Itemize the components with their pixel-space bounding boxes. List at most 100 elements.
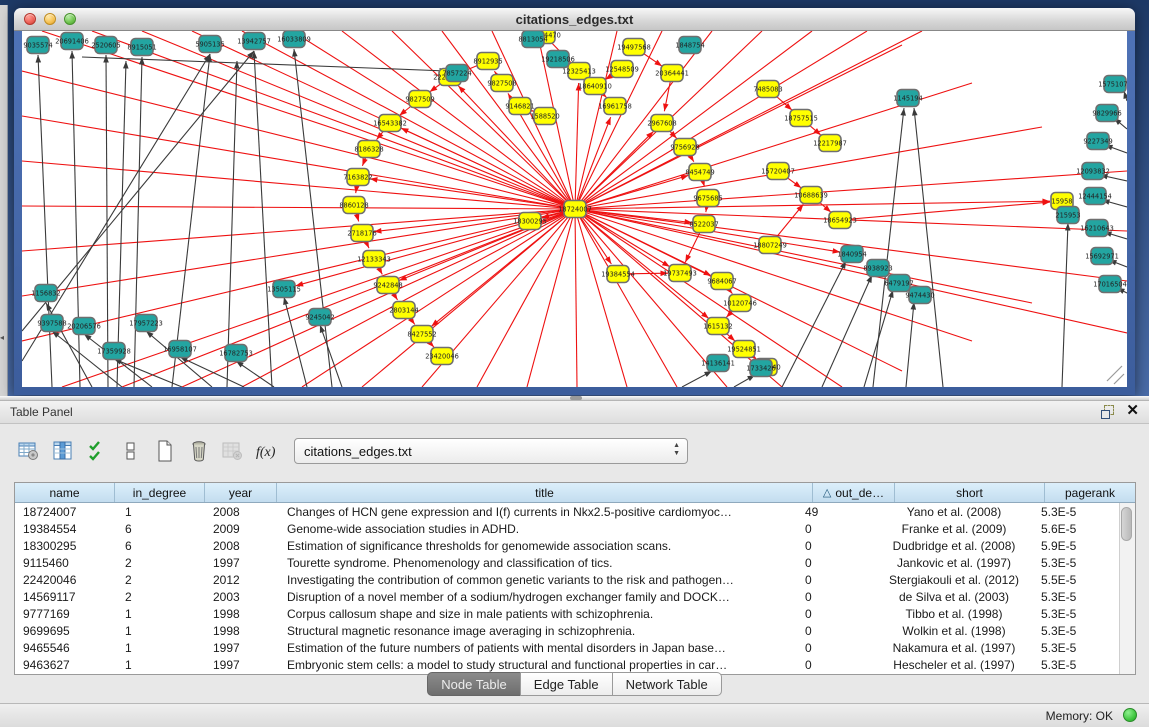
graph-node[interactable]: 2803144: [389, 302, 418, 319]
graph-node[interactable]: 17359928: [97, 343, 131, 360]
graph-node[interactable]: 16033809: [277, 31, 311, 48]
graph-node[interactable]: 1156832: [31, 285, 60, 302]
graph-node[interactable]: 9245042: [305, 309, 334, 326]
graph-node[interactable]: 5905135: [195, 36, 224, 53]
graph-node[interactable]: 12217987: [813, 135, 847, 152]
tab-network-table[interactable]: Network Table: [612, 672, 722, 696]
graph-node[interactable]: 8186328: [354, 141, 383, 158]
graph-node[interactable]: 16961758: [598, 98, 632, 115]
graph-node[interactable]: 10688639: [794, 187, 828, 204]
graph-node[interactable]: 9827509: [405, 91, 434, 108]
column-header-out_de[interactable]: △out_de…: [813, 483, 895, 502]
graph-node[interactable]: 2520605: [91, 37, 120, 54]
graph-node[interactable]: 1848754: [675, 37, 704, 54]
table-row[interactable]: 1872400712008Changes of HCN gene express…: [15, 503, 1119, 520]
table-row[interactable]: 1938455462009Genome-wide association stu…: [15, 520, 1119, 537]
tab-node-table[interactable]: Node Table: [427, 672, 520, 696]
graph-node[interactable]: 16958107: [163, 341, 197, 358]
graph-node[interactable]: 8938923: [863, 260, 892, 277]
minimize-button[interactable]: [44, 13, 56, 25]
svg-text:2967608: 2967608: [647, 119, 676, 127]
graph-node[interactable]: 19524851: [727, 341, 761, 358]
graph-node[interactable]: 18654923: [823, 212, 857, 229]
graph-node[interactable]: 12133343: [357, 251, 391, 268]
select-all-rows-icon[interactable]: [84, 438, 110, 464]
graph-node[interactable]: 20691406: [55, 33, 89, 50]
graph-node[interactable]: 7485083: [753, 81, 782, 98]
graph-node[interactable]: 8813054: [518, 31, 547, 48]
divider-grip[interactable]: [570, 396, 582, 400]
delete-table-icon[interactable]: [220, 438, 246, 464]
graph-node[interactable]: 7857224: [442, 65, 471, 82]
graph-node[interactable]: 7163822: [343, 169, 372, 186]
graph-node[interactable]: 1145194: [893, 90, 922, 107]
float-window-icon[interactable]: [1100, 404, 1114, 418]
graph-node[interactable]: 17957223: [129, 315, 163, 332]
column-header-name[interactable]: name: [15, 483, 115, 502]
table-row[interactable]: 911546021997Tourette syndrome. Phenomeno…: [15, 554, 1119, 571]
graph-node[interactable]: 20206576: [67, 318, 101, 335]
graph-node[interactable]: 13942757: [237, 33, 271, 50]
graph-node[interactable]: 9242848: [373, 277, 402, 294]
graph-node[interactable]: 9675685: [693, 190, 722, 207]
new-column-icon[interactable]: [152, 438, 178, 464]
function-builder-icon[interactable]: f(x): [254, 438, 280, 464]
graph-node[interactable]: 9474430: [905, 287, 934, 304]
graph-node[interactable]: 8522037: [689, 216, 718, 233]
graph-node[interactable]: 9684067: [707, 273, 736, 290]
citation-network-graph[interactable]: 1872400711254470125485091232541318640910…: [22, 31, 1127, 387]
graph-node[interactable]: 15751074: [1098, 76, 1127, 93]
graph-node[interactable]: 9035574: [23, 37, 52, 54]
graph-node[interactable]: 15720407: [761, 163, 795, 180]
graph-node[interactable]: 8454749: [685, 164, 714, 181]
graph-node[interactable]: 1840954: [837, 246, 866, 263]
left-panel-edge[interactable]: ◂: [0, 5, 8, 396]
column-header-short[interactable]: short: [895, 483, 1045, 502]
table-row[interactable]: 1830029562008Estimation of significance …: [15, 537, 1119, 554]
graph-node[interactable]: 2718176: [347, 225, 376, 242]
column-header-year[interactable]: year: [205, 483, 277, 502]
graph-node[interactable]: 19384554: [601, 266, 635, 283]
column-header-in_degree[interactable]: in_degree: [115, 483, 205, 502]
table-row[interactable]: 2242004622012Investigating the contribut…: [15, 571, 1119, 588]
graph-node[interactable]: 8427552: [407, 326, 436, 343]
graph-node[interactable]: 9397588: [37, 315, 66, 332]
graph-node[interactable]: 13505115: [267, 281, 301, 298]
graph-node[interactable]: 9756928: [670, 139, 699, 156]
graph-node[interactable]: 1615132: [703, 318, 732, 335]
svg-text:18640910: 18640910: [578, 82, 612, 90]
graph-node[interactable]: 8912935: [473, 53, 502, 70]
graph-node[interactable]: 9227349: [1083, 133, 1112, 150]
table-options-icon[interactable]: [16, 438, 42, 464]
graph-node[interactable]: 8915051: [127, 39, 156, 56]
tab-edge-table[interactable]: Edge Table: [520, 672, 612, 696]
graph-node[interactable]: 1733426: [746, 360, 775, 377]
graph-node[interactable]: 215953: [1055, 207, 1080, 224]
network-canvas[interactable]: 1872400711254470125485091232541318640910…: [22, 31, 1127, 387]
graph-node[interactable]: 18757515: [784, 110, 818, 127]
table-row[interactable]: 946554611997Estimation of the future num…: [15, 639, 1119, 656]
show-columns-icon[interactable]: [50, 438, 76, 464]
graph-node[interactable]: 9827508: [487, 75, 516, 92]
zoom-button[interactable]: [64, 13, 76, 25]
table-row[interactable]: 946362711997Embryonic stem cells: a mode…: [15, 656, 1119, 673]
graph-node[interactable]: 14136141: [701, 355, 735, 372]
vertical-scrollbar[interactable]: [1119, 503, 1135, 674]
table-row[interactable]: 977716911998Corpus callosum shape and si…: [15, 605, 1119, 622]
close-button[interactable]: [24, 13, 36, 25]
clear-selection-icon[interactable]: [118, 438, 144, 464]
table-row[interactable]: 969969511998Structural magnetic resonanc…: [15, 622, 1119, 639]
column-header-pagerank[interactable]: pagerank: [1045, 483, 1135, 502]
scrollbar-thumb[interactable]: [1121, 507, 1132, 541]
table-selector-dropdown[interactable]: citations_edges.txt ▲▼: [294, 438, 688, 464]
column-header-title[interactable]: title: [277, 483, 813, 502]
graph-node[interactable]: 9829966: [1092, 105, 1121, 122]
network-window-titlebar[interactable]: citations_edges.txt: [14, 8, 1135, 31]
graph-node[interactable]: 1588520: [530, 108, 559, 125]
graph-node[interactable]: 2967608: [647, 115, 676, 132]
delete-column-icon[interactable]: [186, 438, 212, 464]
graph-node[interactable]: 8860128: [339, 197, 368, 214]
close-panel-icon[interactable]: ✕: [1126, 404, 1139, 418]
graph-node[interactable]: 19497568: [617, 39, 651, 56]
table-row[interactable]: 1456911722003Disruption of a novel membe…: [15, 588, 1119, 605]
